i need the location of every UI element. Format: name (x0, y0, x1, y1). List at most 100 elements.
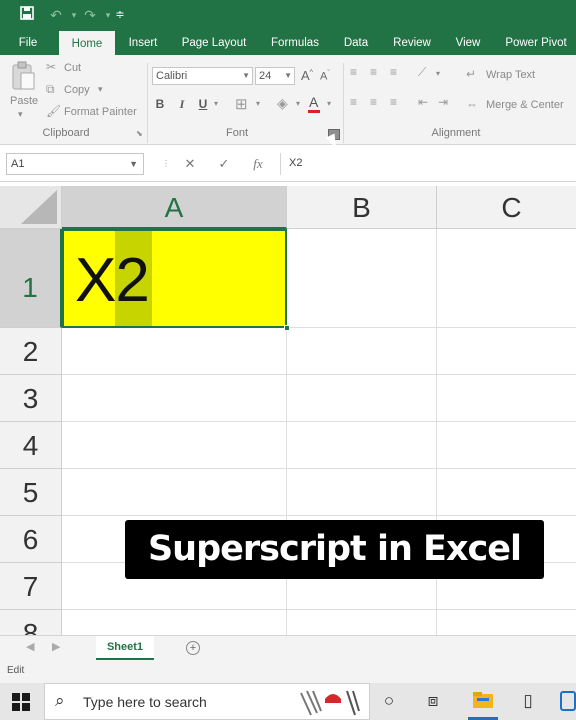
font-color-icon[interactable]: A (309, 94, 318, 110)
scroll-left-icon[interactable]: ◀ (26, 640, 34, 653)
title-bar: ↶ ▾ ↷ ▾ ≑ (0, 0, 576, 30)
align-center-icon[interactable]: ≡ (370, 95, 377, 109)
align-top-icon[interactable]: ≡ (350, 65, 357, 79)
align-right-icon[interactable]: ≡ (390, 95, 397, 109)
fill-color-dropdown-icon[interactable]: ▾ (296, 99, 300, 108)
clipboard-launcher-icon[interactable]: ⬊ (136, 129, 143, 138)
merge-center-button[interactable]: Merge & Center (486, 99, 564, 111)
add-sheet-icon[interactable]: + (186, 641, 200, 655)
document-icon[interactable]: ▯ (517, 691, 539, 711)
tab-insert[interactable]: Insert (122, 30, 164, 55)
bold-button[interactable]: B (152, 97, 168, 111)
font-group-label: Font (225, 127, 248, 139)
select-all-button[interactable] (0, 186, 62, 229)
tab-page-layout[interactable]: Page Layout (178, 30, 250, 55)
tab-power-pivot[interactable]: Power Pivot (500, 30, 572, 55)
fill-color-icon[interactable]: ◈ (277, 95, 288, 112)
undo-icon[interactable]: ↶ (46, 5, 66, 25)
underline-dropdown-icon[interactable]: ▾ (214, 99, 218, 108)
formula-bar: A1 ▼ ⋮ ✕ ✓ fx X2 (0, 146, 576, 182)
font-name-combo[interactable]: Calibri ▼ (152, 67, 253, 85)
tab-data[interactable]: Data (338, 30, 374, 55)
file-explorer-icon[interactable] (468, 683, 498, 720)
taskbar-search-box[interactable]: ⌕ Type here to search (44, 683, 370, 720)
column-header-c[interactable]: C (437, 186, 576, 229)
borders-dropdown-icon[interactable]: ▾ (256, 99, 260, 108)
merge-center-icon: ⇔ (466, 97, 478, 111)
insert-function-icon[interactable]: fx (248, 154, 268, 174)
tab-view[interactable]: View (450, 30, 486, 55)
ribbon: Paste ▾ ✂ Cut ⧉ Copy ▾ 🖌 Format Painter … (0, 55, 576, 151)
search-placeholder: Type here to search (83, 694, 207, 710)
font-size-combo[interactable]: 24 ▼ (255, 67, 295, 85)
chevron-down-icon: ▼ (129, 159, 138, 169)
increase-indent-icon[interactable]: ⇥ (438, 95, 448, 109)
gridline (62, 515, 576, 516)
row-header-4[interactable]: 4 (0, 422, 62, 469)
status-mode: Edit (7, 665, 25, 676)
search-highlight-icon (297, 687, 363, 717)
cancel-icon[interactable]: ✕ (180, 154, 200, 174)
column-header-a[interactable]: A (62, 186, 287, 229)
cell-a1[interactable]: X2 (62, 229, 287, 328)
align-left-icon[interactable]: ≡ (350, 95, 357, 109)
save-icon[interactable] (17, 5, 37, 25)
ribbon-divider (147, 63, 148, 143)
paste-button[interactable]: Paste (10, 95, 38, 107)
column-header-b[interactable]: B (287, 186, 437, 229)
paste-dropdown-icon[interactable]: ▾ (18, 109, 23, 120)
orientation-icon[interactable]: ⟋ (418, 65, 426, 80)
copy-icon[interactable]: ⧉ (46, 82, 55, 97)
row-header-1[interactable]: 1 (0, 229, 62, 328)
gridline (62, 468, 576, 469)
row-header-5[interactable]: 5 (0, 469, 62, 516)
more-icon: ⋮ (162, 159, 170, 168)
row-header-7[interactable]: 7 (0, 563, 62, 610)
name-box[interactable]: A1 ▼ (6, 153, 144, 175)
row-header-2[interactable]: 2 (0, 328, 62, 375)
borders-icon[interactable]: ⊞ (235, 95, 248, 113)
cortana-icon[interactable]: ○ (378, 691, 400, 711)
align-bottom-icon[interactable]: ≡ (390, 65, 397, 79)
paste-icon[interactable] (10, 61, 36, 91)
format-painter-button[interactable]: Format Painter (64, 106, 137, 118)
redo-icon[interactable]: ↷ (80, 5, 100, 25)
gridline (62, 421, 576, 422)
tab-home[interactable]: Home (59, 31, 115, 55)
chevron-down-icon: ▼ (284, 71, 292, 80)
app-icon[interactable] (560, 691, 576, 711)
cut-button[interactable]: Cut (64, 62, 81, 74)
tab-formulas[interactable]: Formulas (265, 30, 325, 55)
row-header-3[interactable]: 3 (0, 375, 62, 422)
copy-button[interactable]: Copy (64, 84, 90, 96)
formula-input[interactable]: X2 (280, 153, 576, 175)
wrap-text-button[interactable]: Wrap Text (486, 69, 535, 81)
decrease-indent-icon[interactable]: ⇤ (418, 95, 428, 109)
sheet-tab-sheet1[interactable]: Sheet1 (96, 636, 154, 660)
select-all-triangle (21, 190, 57, 224)
row-header-8[interactable]: 8 (0, 610, 62, 635)
orientation-dropdown-icon[interactable]: ▾ (436, 69, 440, 78)
gridline (62, 374, 576, 375)
windows-start-icon[interactable] (12, 693, 30, 711)
copy-dropdown-icon[interactable]: ▾ (98, 84, 103, 95)
fill-handle[interactable] (284, 325, 290, 331)
tab-review[interactable]: Review (389, 30, 435, 55)
align-middle-icon[interactable]: ≡ (370, 65, 377, 79)
format-painter-icon[interactable]: 🖌 (46, 104, 61, 118)
row-header-6[interactable]: 6 (0, 516, 62, 563)
italic-button[interactable]: I (174, 97, 190, 112)
tab-file[interactable]: File (10, 30, 46, 55)
status-bar: Edit (0, 661, 576, 683)
decrease-font-icon[interactable]: Aˇ (320, 70, 330, 83)
clipboard-group-label: Clipboard (42, 127, 90, 139)
font-size-value: 24 (259, 70, 272, 82)
underline-button[interactable]: U (195, 97, 211, 111)
customize-icon[interactable]: ≑ (110, 5, 130, 25)
task-view-icon[interactable]: ⧈ (422, 691, 444, 711)
cut-icon[interactable]: ✂ (46, 60, 56, 74)
font-color-dropdown-icon[interactable]: ▾ (327, 99, 331, 108)
scroll-right-icon[interactable]: ▶ (52, 640, 60, 653)
enter-icon[interactable]: ✓ (214, 154, 234, 174)
increase-font-icon[interactable]: A^ (301, 68, 313, 83)
